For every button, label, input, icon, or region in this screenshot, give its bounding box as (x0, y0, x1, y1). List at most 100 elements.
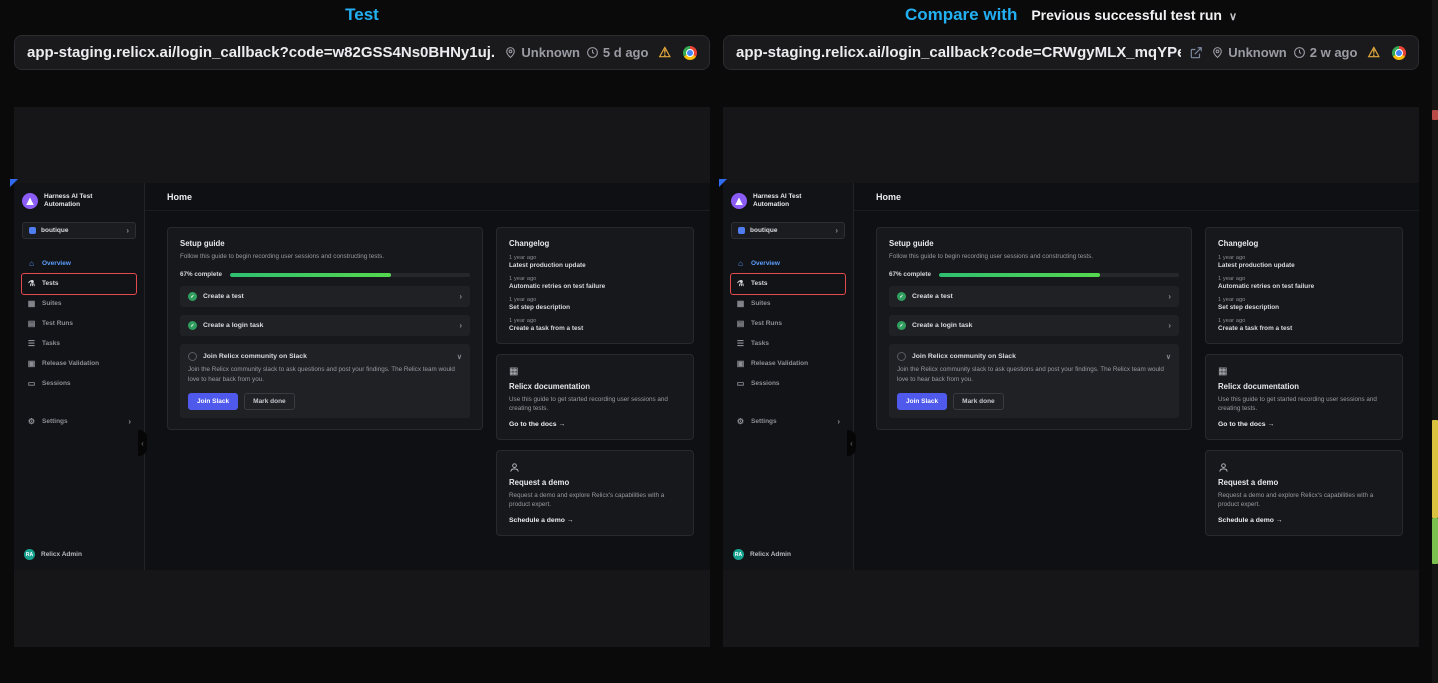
project-name: boutique (750, 227, 777, 234)
brand-name: Harness AI Test Automation (753, 193, 801, 210)
avatar: RA (24, 549, 35, 560)
checklist-item-create-test[interactable]: ✓ Create a test › (889, 286, 1179, 307)
checklist-item-create-test[interactable]: ✓ Create a test › (180, 286, 470, 307)
external-link-icon[interactable] (1189, 46, 1203, 60)
minimap-segment (1432, 110, 1438, 120)
sidebar-item-suites[interactable]: ▦ Suites (731, 294, 845, 314)
right-panel-title: Compare with (905, 5, 1017, 25)
progress-bar (230, 273, 470, 277)
docs-description: Use this guide to get started recording … (1218, 395, 1390, 414)
schedule-demo-link[interactable]: Schedule a demo → (1218, 517, 1390, 524)
docs-title: Relicx documentation (1218, 382, 1390, 391)
compare-panel: app-staging.relicx.ai/login_callback?cod… (723, 35, 1419, 647)
project-selector[interactable]: boutique › (731, 222, 845, 239)
chevron-right-icon: › (459, 321, 462, 330)
avatar: RA (733, 549, 744, 560)
compare-run-dropdown[interactable]: Previous successful test run ∨ (1031, 7, 1237, 23)
chevron-down-icon: ∨ (457, 353, 462, 361)
chevron-right-icon: › (459, 292, 462, 301)
setup-progress: 67% complete (889, 271, 1179, 278)
clock-icon (586, 46, 599, 59)
gear-icon: ⚙ (27, 417, 36, 426)
checklist-item-login-task[interactable]: ✓ Create a login task › (889, 315, 1179, 336)
sidebar-collapse-handle[interactable]: ‹ (847, 430, 856, 456)
join-slack-button[interactable]: Join Slack (188, 393, 238, 410)
user-footer[interactable]: RA Relicx Admin (24, 549, 82, 560)
go-to-docs-link[interactable]: Go to the docs → (509, 421, 681, 428)
url-bar-right[interactable]: app-staging.relicx.ai/login_callback?cod… (723, 35, 1419, 70)
sidebar-collapse-handle[interactable]: ‹ (138, 430, 147, 456)
sidebar-item-tests[interactable]: ⚗ Tests (731, 274, 845, 294)
age-group: 2 w ago (1293, 45, 1358, 60)
url-bar-left[interactable]: app-staging.relicx.ai/login_callback?cod… (14, 35, 710, 70)
app-sidebar: Harness AI Test Automation boutique › ⌂ … (14, 183, 145, 570)
go-to-docs-link[interactable]: Go to the docs → (1218, 421, 1390, 428)
home-icon: ⌂ (27, 259, 36, 268)
support-person-icon (509, 462, 681, 473)
user-name: Relicx Admin (750, 551, 791, 558)
user-footer[interactable]: RA Relicx Admin (733, 549, 791, 560)
support-person-icon (1218, 462, 1390, 473)
warning-icon: ⚠ (658, 44, 671, 61)
changelog-entry: 1 year ago Create a task from a test (1218, 318, 1390, 332)
sidebar-item-test-runs[interactable]: ▤ Test Runs (731, 314, 845, 334)
chevron-right-icon: › (1168, 321, 1171, 330)
checklist-item-login-task[interactable]: ✓ Create a login task › (180, 315, 470, 336)
setup-guide-title: Setup guide (180, 239, 470, 248)
demo-card: Request a demo Request a demo and explor… (1205, 450, 1403, 536)
sidebar-item-tasks[interactable]: ☰ Tasks (22, 334, 136, 354)
check-circle-icon: ✓ (188, 292, 197, 301)
brand-name: Harness AI Test Automation (44, 193, 92, 210)
compare-run-dropdown-label: Previous successful test run (1031, 7, 1222, 23)
demo-card: Request a demo Request a demo and explor… (496, 450, 694, 536)
mark-done-button[interactable]: Mark done (244, 393, 295, 410)
schedule-demo-link[interactable]: Schedule a demo → (509, 517, 681, 524)
setup-guide-card: Setup guide Follow this guide to begin r… (876, 227, 1192, 430)
screenshot-container-left: Harness AI Test Automation boutique › ⌂ … (14, 107, 710, 647)
sidebar-item-settings[interactable]: ⚙ Settings › (22, 412, 136, 432)
sidebar-item-sessions[interactable]: ▭ Sessions (731, 374, 845, 394)
chevron-down-icon: ∨ (1166, 353, 1171, 361)
join-slack-button[interactable]: Join Slack (897, 393, 947, 410)
project-name: boutique (41, 227, 68, 234)
sidebar-item-tests[interactable]: ⚗ Tests (22, 274, 136, 294)
slack-buttons: Join Slack Mark done (897, 393, 1171, 410)
sidebar-item-suites[interactable]: ▦ Suites (22, 294, 136, 314)
app-main: Home Setup guide Follow this guide to be… (145, 183, 710, 570)
setup-progress: 67% complete (180, 271, 470, 278)
content-left-column: Setup guide Follow this guide to begin r… (876, 227, 1192, 536)
sidebar-item-release-validation[interactable]: ▣ Release Validation (22, 354, 136, 374)
home-icon: ⌂ (736, 259, 745, 268)
docs-card: ▦ Relicx documentation Use this guide to… (1205, 354, 1403, 440)
rows-icon: ▤ (736, 319, 745, 328)
checklist-item-slack: Join Relicx community on Slack ∨ Join th… (889, 344, 1179, 418)
changelog-entry: 1 year ago Set step description (1218, 297, 1390, 311)
page-title: Home (167, 192, 192, 202)
demo-description: Request a demo and explore Relicx's capa… (1218, 491, 1390, 510)
sidebar-item-release-validation[interactable]: ▣ Release Validation (731, 354, 845, 374)
slack-item-header[interactable]: Join Relicx community on Slack ∨ (188, 352, 462, 361)
list-icon: ☰ (27, 339, 36, 348)
progress-label: 67% complete (180, 271, 222, 278)
sidebar-item-sessions[interactable]: ▭ Sessions (22, 374, 136, 394)
check-circle-icon: ✓ (188, 321, 197, 330)
clock-icon (1293, 46, 1306, 59)
sessions-icon: ▭ (736, 379, 745, 388)
chrome-browser-icon (1392, 46, 1406, 60)
documentation-icon: ▦ (1218, 366, 1390, 377)
slack-item-header[interactable]: Join Relicx community on Slack ∨ (897, 352, 1171, 361)
scroll-minimap[interactable] (1432, 0, 1438, 683)
sidebar-item-overview[interactable]: ⌂ Overview (22, 254, 136, 274)
url-meta: Unknown 2 w ago ⚠ (1211, 44, 1406, 61)
sidebar-item-settings[interactable]: ⚙ Settings › (731, 412, 845, 432)
mark-done-button[interactable]: Mark done (953, 393, 1004, 410)
sidebar-item-tasks[interactable]: ☰ Tasks (731, 334, 845, 354)
release-icon: ▣ (27, 359, 36, 368)
sidebar-item-test-runs[interactable]: ▤ Test Runs (22, 314, 136, 334)
radio-circle-icon (188, 352, 197, 361)
sidebar-item-overview[interactable]: ⌂ Overview (731, 254, 845, 274)
page-title: Home (876, 192, 901, 202)
test-panel: app-staging.relicx.ai/login_callback?cod… (14, 35, 710, 647)
app-topbar: Home (145, 183, 710, 211)
project-selector[interactable]: boutique › (22, 222, 136, 239)
